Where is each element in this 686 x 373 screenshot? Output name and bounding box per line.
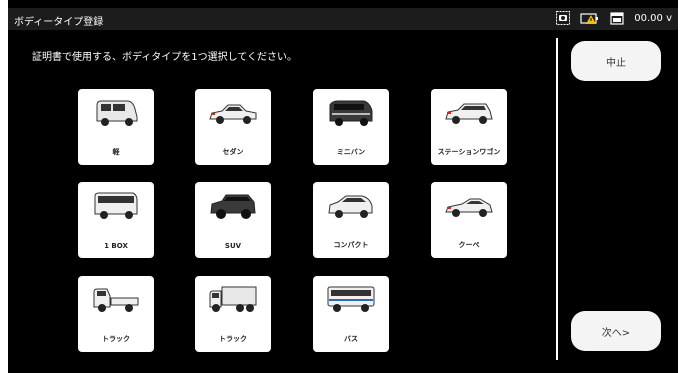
bodytype-label: クーペ <box>458 241 480 249</box>
main-content: 証明書で使用する、ボディタイプを1つ選択してください。 軽 セダン ミニバン ス… <box>8 30 556 360</box>
bodytype-label: バス <box>344 335 358 343</box>
box-truck-icon <box>209 286 257 312</box>
status-icons: 00.00 v <box>556 11 672 25</box>
bodytype-label: 軽 <box>112 148 120 156</box>
app-frame: ボディータイプ登録 00.00 v 証明書で使用する、ボディタイプを1つ選択して… <box>8 0 678 373</box>
kei-car-icon <box>96 100 138 126</box>
bodytype-label: トラック <box>219 335 247 343</box>
bodytype-coupe-tile[interactable]: クーペ <box>431 182 507 258</box>
bodytype-bus-tile[interactable]: バス <box>313 276 389 352</box>
battery-warning-icon <box>580 11 600 25</box>
bodytype-1box-tile[interactable]: 1 BOX <box>78 182 154 258</box>
next-button[interactable]: 次へ> <box>571 311 661 351</box>
bus-icon <box>327 286 375 312</box>
bodytype-label: ステーションワゴン <box>437 148 501 156</box>
bodytype-label: セダン <box>222 148 244 156</box>
bodytype-label: ミニバン <box>336 148 366 156</box>
station-wagon-icon <box>445 103 493 124</box>
panel-divider <box>556 38 558 360</box>
suv-icon <box>210 194 256 219</box>
bodytype-label: コンパクト <box>333 241 369 249</box>
bodytype-truck-large-tile[interactable]: トラック <box>195 276 271 352</box>
bodytype-minivan-tile[interactable]: ミニバン <box>313 89 389 165</box>
voltage-readout: 00.00 v <box>634 12 672 24</box>
bodytype-kei-tile[interactable]: 軽 <box>78 89 154 165</box>
sedan-car-icon <box>209 104 257 124</box>
cancel-button[interactable]: 中止 <box>571 41 661 81</box>
coupe-icon <box>445 198 493 217</box>
screen-title: ボディータイプ登録 <box>14 17 104 28</box>
bodytype-label: 1 BOX <box>104 242 128 250</box>
bodytype-truck-small-tile[interactable]: トラック <box>78 276 154 352</box>
bodytype-label: トラック <box>102 335 130 343</box>
calendar-icon <box>610 11 624 25</box>
bodytype-suv-tile[interactable]: SUV <box>195 182 271 258</box>
bodytype-sedan-tile[interactable]: セダン <box>195 89 271 165</box>
status-bar: ボディータイプ登録 00.00 v <box>8 8 678 30</box>
instruction-text: 証明書で使用する、ボディタイプを1つ選択してください。 <box>32 52 298 63</box>
compact-car-icon <box>328 195 373 218</box>
bodytype-compact-tile[interactable]: コンパクト <box>313 182 389 258</box>
bodytype-label: SUV <box>224 242 242 250</box>
camera-icon[interactable] <box>556 11 571 25</box>
bodytype-station-wagon-tile[interactable]: ステーションワゴン <box>431 89 507 165</box>
one-box-van-icon <box>94 192 138 219</box>
light-truck-icon <box>93 288 139 312</box>
minivan-icon <box>329 100 373 126</box>
